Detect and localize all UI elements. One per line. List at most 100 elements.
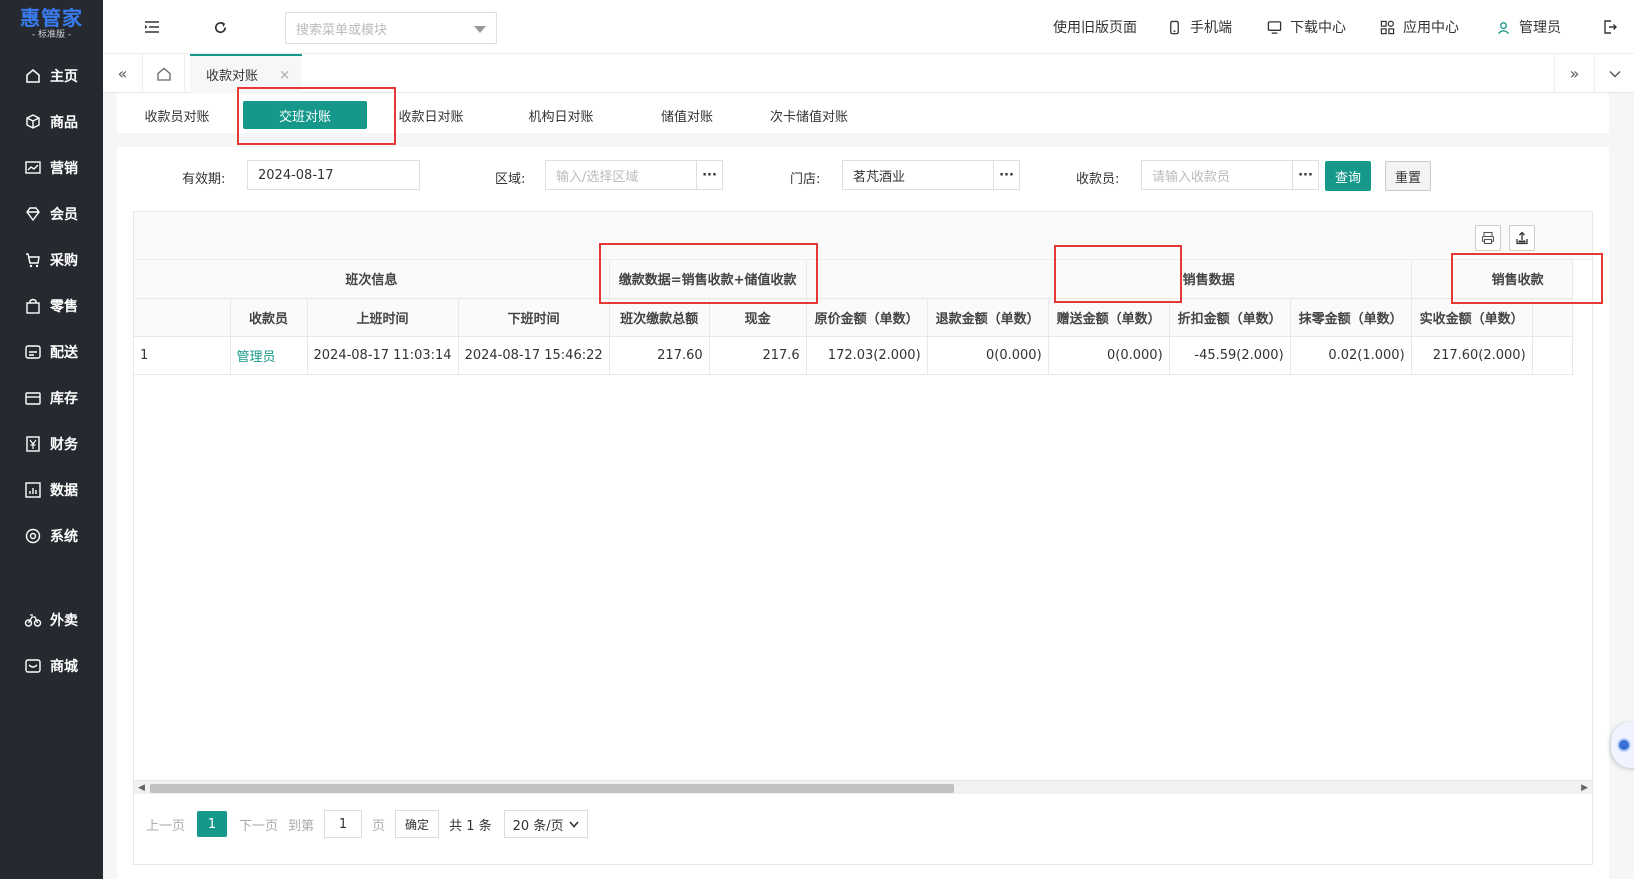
- scroll-right-arrow-icon[interactable]: ▶: [1581, 783, 1588, 793]
- sidebar-item-label: 会员: [50, 207, 78, 223]
- group-sales-data: 销售数据: [806, 260, 1412, 299]
- tab-scroll-left-icon[interactable]: «: [103, 54, 143, 93]
- scrollbar-thumb[interactable]: [150, 784, 954, 793]
- diamond-icon: [26, 207, 40, 222]
- area-more-icon[interactable]: ···: [697, 160, 723, 190]
- sidebar-item-system[interactable]: 系统: [0, 516, 103, 556]
- tab-label: 收款对账: [206, 69, 259, 84]
- cashier-input[interactable]: 请输入收款员: [1141, 160, 1293, 190]
- cell-cashier-link[interactable]: 管理员: [230, 336, 308, 375]
- store-icon: [25, 659, 41, 673]
- date-field[interactable]: 2024-08-17: [247, 160, 420, 190]
- col-rounding-amount[interactable]: 抹零金额（单数）: [1290, 298, 1412, 337]
- box-icon: [25, 392, 41, 405]
- top-bar: 搜索菜单或模块 使用旧版页面 手机端 下载中心 应用中心 管理员: [103, 0, 1634, 54]
- sidebar-item-takeout[interactable]: 外卖: [0, 600, 103, 640]
- col-cash[interactable]: 现金: [709, 298, 807, 337]
- col-index: [134, 298, 231, 337]
- sidebar-item-label: 商品: [50, 115, 78, 131]
- page-size-select[interactable]: 20 条/页: [503, 810, 588, 838]
- sidebar-item-label: 库存: [50, 391, 78, 407]
- sidebar-item-inventory[interactable]: 库存: [0, 378, 103, 418]
- scroll-left-arrow-icon[interactable]: ◀: [138, 783, 145, 793]
- menu-search-select[interactable]: 搜索菜单或模块: [285, 12, 497, 44]
- sidebar-item-finance[interactable]: 财务: [0, 424, 103, 464]
- cell-original-amount: 172.03(2.000): [806, 336, 928, 375]
- sidebar-item-retail[interactable]: 零售: [0, 286, 103, 326]
- page-number-current[interactable]: 1: [197, 811, 228, 837]
- col-gift-amount[interactable]: 赠送金额（单数）: [1048, 298, 1170, 337]
- download-center-link[interactable]: 下载中心: [1267, 17, 1346, 37]
- data-grid: 班次信息 缴款数据=销售收款+储值收款 销售数据 销售收款 收款员 上班时间 下…: [133, 211, 1593, 865]
- sidebar-item-label: 财务: [50, 437, 78, 453]
- subtab-label: 收款员对账: [144, 109, 210, 125]
- subtab-stored-value-reconciliation[interactable]: 储值对账: [647, 101, 727, 129]
- query-button[interactable]: 查询: [1325, 161, 1371, 191]
- store-more-icon[interactable]: ···: [994, 160, 1020, 190]
- old-page-link[interactable]: 使用旧版页面: [1053, 17, 1137, 37]
- floating-assistant-icon[interactable]: [1611, 722, 1634, 768]
- sidebar-item-goods[interactable]: 商品: [0, 102, 103, 142]
- app-center-link[interactable]: 应用中心: [1380, 17, 1459, 37]
- col-cashier[interactable]: 收款员: [230, 298, 308, 337]
- sidebar-item-marketing[interactable]: 营销: [0, 148, 103, 188]
- subtab-shift-reconciliation[interactable]: 交班对账: [243, 101, 367, 129]
- col-received-amount[interactable]: 实收金额（单数）: [1411, 298, 1533, 337]
- shift-table: 班次信息 缴款数据=销售收款+储值收款 销售数据 销售收款 收款员 上班时间 下…: [134, 260, 1573, 375]
- sidebar-item-label: 外卖: [50, 613, 78, 629]
- goto-confirm-button[interactable]: 确定: [395, 810, 440, 838]
- subtab-daily-receipt-reconciliation[interactable]: 收款日对账: [385, 101, 477, 129]
- cart-icon: [26, 253, 40, 268]
- sidebar-item-member[interactable]: 会员: [0, 194, 103, 234]
- reset-button[interactable]: 重置: [1385, 161, 1431, 191]
- chevron-down-icon: [1609, 70, 1620, 77]
- subtab-org-daily-reconciliation[interactable]: 机构日对账: [515, 101, 607, 129]
- sidebar-item-label: 配送: [50, 345, 78, 361]
- close-icon[interactable]: ×: [279, 68, 290, 83]
- chart-icon: [25, 161, 41, 174]
- col-start-time[interactable]: 上班时间: [307, 298, 459, 337]
- table-row[interactable]: 1 管理员 2024-08-17 11:03:14 2024-08-17 15:…: [134, 336, 1573, 375]
- page-unit-label: 页: [372, 818, 386, 834]
- col-shift-total[interactable]: 班次缴款总额: [609, 298, 710, 337]
- store-input[interactable]: 茗芃酒业: [842, 160, 994, 190]
- tab-receipt-reconciliation[interactable]: 收款对账 ×: [190, 54, 302, 93]
- sidebar-item-label: 零售: [50, 299, 78, 315]
- tab-scroll-right-icon[interactable]: »: [1554, 54, 1594, 93]
- area-input[interactable]: 输入/选择区域: [545, 160, 697, 190]
- sidebar-item-home[interactable]: 主页: [0, 56, 103, 96]
- sidebar-item-purchase[interactable]: 采购: [0, 240, 103, 280]
- user-menu[interactable]: 管理员: [1496, 17, 1561, 37]
- col-refund-amount[interactable]: 退款金额（单数）: [927, 298, 1049, 337]
- sidebar-item-label: 系统: [50, 529, 78, 545]
- sidebar-item-mall[interactable]: 商城: [0, 646, 103, 686]
- subtab-cashier-reconciliation[interactable]: 收款员对账: [131, 101, 223, 129]
- tab-dropdown-icon[interactable]: [1594, 54, 1634, 93]
- col-discount-amount[interactable]: 折扣金额（单数）: [1169, 298, 1291, 337]
- store-value: 茗芃酒业: [853, 169, 906, 185]
- goto-page-input[interactable]: 1: [324, 810, 363, 838]
- sidebar: 惠管家 - 标准版 - 主页 商品 营销 会员 采购 零售 配送 库存 财务 数…: [0, 0, 103, 879]
- mobile-link[interactable]: 手机端: [1167, 17, 1232, 37]
- subtab-card-stored-value-reconciliation[interactable]: 次卡储值对账: [757, 101, 861, 129]
- col-end-time[interactable]: 下班时间: [458, 298, 610, 337]
- logout-icon[interactable]: [1599, 16, 1621, 38]
- print-icon[interactable]: [1475, 225, 1501, 251]
- user-icon: [1497, 21, 1510, 34]
- tab-home[interactable]: [143, 54, 185, 93]
- grid-icon: [1380, 20, 1395, 34]
- menu-toggle-icon[interactable]: [141, 16, 163, 38]
- horizontal-scrollbar[interactable]: ◀ ▶: [134, 780, 1592, 794]
- sidebar-item-data[interactable]: 数据: [0, 470, 103, 510]
- export-icon[interactable]: [1509, 225, 1535, 251]
- col-original-amount[interactable]: 原价金额（单数）: [806, 298, 928, 337]
- prev-page-button[interactable]: 上一页: [146, 815, 185, 834]
- tab-bar: « 收款对账 × »: [103, 54, 1634, 93]
- refresh-icon[interactable]: [209, 16, 231, 38]
- sidebar-item-delivery[interactable]: 配送: [0, 332, 103, 372]
- bar-chart-icon: [25, 482, 41, 498]
- cell-shift-total: 217.60: [609, 336, 710, 375]
- next-page-button[interactable]: 下一页: [239, 815, 278, 834]
- cashier-more-icon[interactable]: ···: [1293, 160, 1319, 190]
- phone-icon: [1170, 20, 1179, 34]
